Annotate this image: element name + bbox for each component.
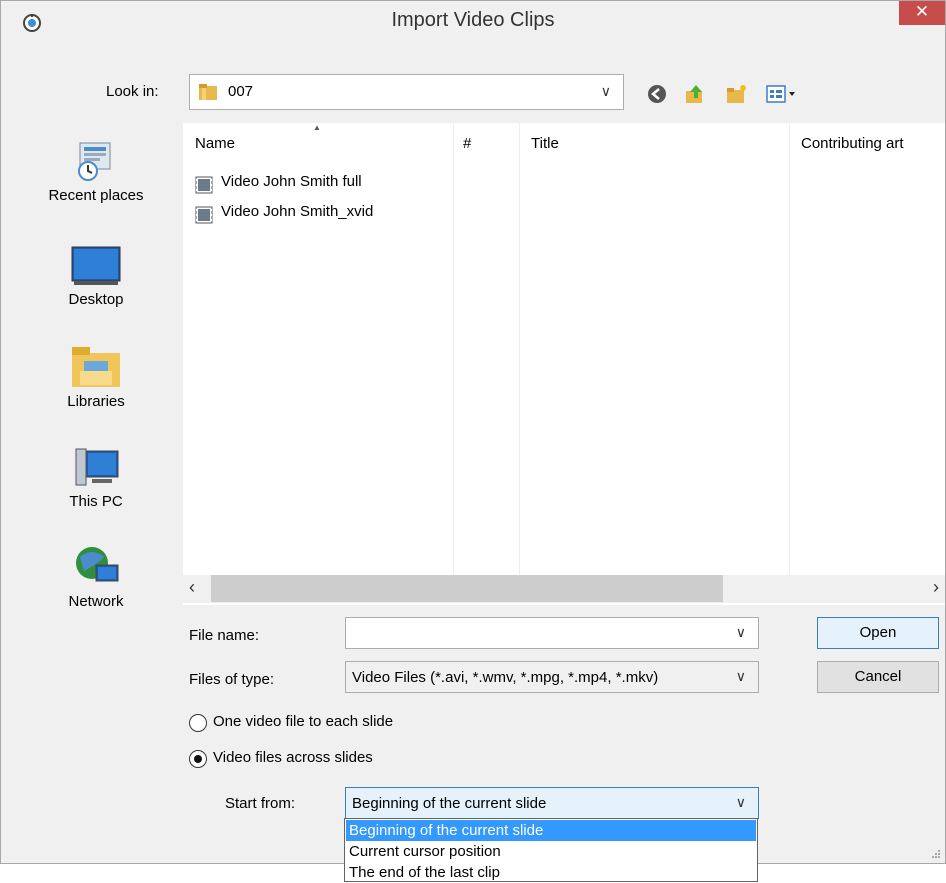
look-in-value: 007 (228, 83, 254, 100)
folder-icon (199, 84, 217, 100)
cancel-button[interactable]: Cancel (817, 661, 939, 693)
place-label-recent: Recent places (48, 187, 144, 204)
open-button[interactable]: Open (817, 617, 939, 649)
place-label-this-pc: This PC (69, 493, 123, 510)
column-header-name[interactable]: Name (195, 135, 235, 152)
files-of-type-value: Video Files (*.avi, *.wmv, *.mpg, *.mp4,… (352, 669, 659, 686)
scrollbar-thumb[interactable] (211, 575, 723, 602)
column-header-title[interactable]: Title (531, 135, 559, 152)
up-folder-icon[interactable] (684, 83, 706, 105)
start-from-label: Start from: (225, 795, 296, 812)
file-list[interactable]: ▲ Name # Title Contributing art Video Jo… (183, 123, 945, 605)
horizontal-scrollbar[interactable]: ‹ › (183, 575, 945, 603)
files-of-type-select[interactable]: Video Files (*.avi, *.wmv, *.mpg, *.mp4,… (345, 661, 759, 693)
close-button[interactable]: ✕ (899, 1, 945, 25)
sort-ascending-icon: ▲ (313, 123, 321, 132)
resize-grip-icon[interactable] (931, 849, 941, 859)
column-separator (789, 123, 790, 575)
window-title: Import Video Clips (391, 9, 555, 31)
view-menu-icon[interactable] (766, 83, 808, 105)
file-name: Video John Smith_xvid (221, 203, 374, 220)
column-header-number[interactable]: # (463, 135, 471, 152)
this-pc-icon (75, 448, 119, 486)
place-label-desktop: Desktop (68, 291, 124, 308)
place-network[interactable]: Network (23, 543, 169, 610)
libraries-icon (72, 347, 120, 387)
place-desktop[interactable]: Desktop (23, 245, 169, 308)
files-of-type-label: Files of type: (189, 671, 275, 688)
radio-button[interactable] (189, 714, 207, 732)
place-libraries[interactable]: Libraries (23, 345, 169, 410)
column-header-contributing-artists[interactable]: Contributing art (801, 135, 904, 152)
dropdown-option[interactable]: Current cursor position (346, 841, 756, 862)
recent-places-icon (78, 142, 111, 181)
places-bar: Recent places Desktop Libraries This PC … (23, 123, 169, 665)
file-name-input[interactable]: ∨ (345, 617, 759, 649)
start-from-select[interactable]: Beginning of the current slide ∨ (345, 787, 759, 819)
chevron-down-icon: ∨ (735, 794, 746, 810)
radio-label: One video file to each slide (213, 713, 394, 730)
place-label-network: Network (68, 593, 124, 610)
video-file-icon (195, 176, 213, 194)
dropdown-option[interactable]: The end of the last clip (346, 862, 756, 883)
back-icon[interactable] (646, 83, 668, 105)
network-icon (76, 547, 119, 582)
desktop-icon (71, 246, 121, 285)
new-folder-icon[interactable] (726, 83, 748, 105)
file-name-label: File name: (189, 627, 260, 644)
column-separator (453, 123, 454, 575)
place-label-libraries: Libraries (67, 393, 125, 410)
title-bar[interactable]: Import Video Clips ✕ (1, 1, 945, 43)
chevron-down-icon[interactable]: ∨ (736, 624, 746, 641)
start-from-value: Beginning of the current slide (352, 795, 547, 812)
look-in-label: Look in: (106, 83, 159, 100)
place-this-pc[interactable]: This PC (23, 445, 169, 510)
file-name: Video John Smith full (221, 173, 362, 190)
scroll-left-icon[interactable]: ‹ (189, 577, 195, 598)
start-from-dropdown-list[interactable]: Beginning of the current slide Current c… (344, 818, 758, 882)
dropdown-option[interactable]: Beginning of the current slide (346, 820, 756, 841)
import-video-clips-dialog: Import Video Clips ✕ Look in: 007 ∨ Rece… (0, 0, 946, 864)
chevron-down-icon: ∨ (600, 83, 611, 99)
radio-label: Video files across slides (213, 749, 373, 766)
place-recent-places[interactable]: Recent places (23, 139, 169, 204)
look-in-combo[interactable]: 007 ∨ (189, 74, 624, 110)
video-file-icon (195, 206, 213, 224)
column-separator (519, 123, 520, 575)
radio-button-selected[interactable] (189, 750, 207, 768)
close-icon: ✕ (914, 2, 930, 21)
scroll-right-icon[interactable]: › (933, 577, 939, 598)
chevron-down-icon: ∨ (735, 668, 746, 684)
